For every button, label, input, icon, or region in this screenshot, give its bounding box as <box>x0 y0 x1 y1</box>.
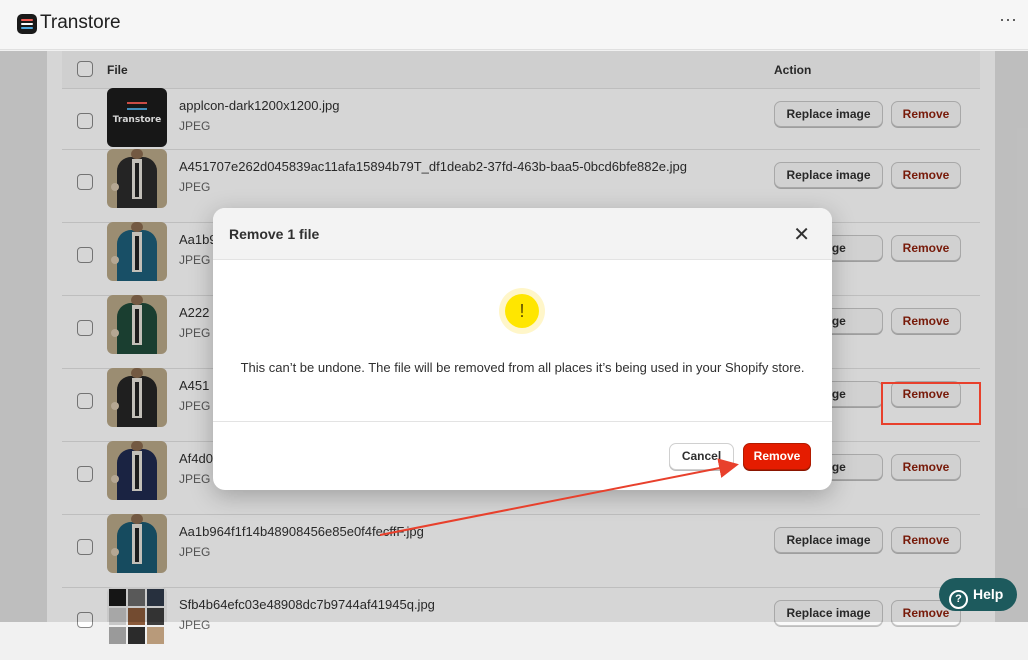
help-button[interactable]: ? Help <box>939 578 1017 611</box>
question-icon: ? <box>949 590 968 609</box>
annotation-arrow <box>379 458 739 536</box>
help-label: Help <box>973 586 1004 602</box>
